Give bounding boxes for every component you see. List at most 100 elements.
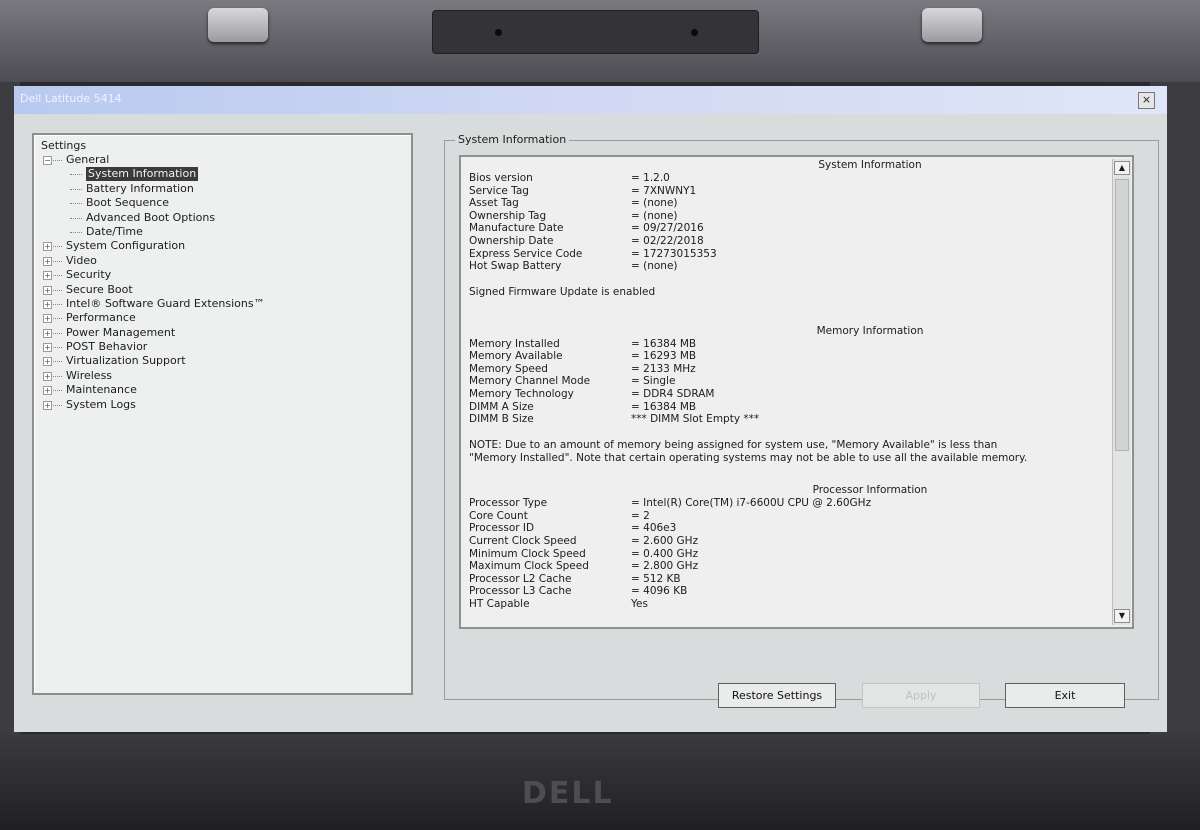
apply-button[interactable]: Apply bbox=[862, 683, 980, 708]
info-row: Minimum Clock Speed = 0.400 GHz bbox=[465, 548, 1115, 561]
tree-item[interactable]: + Intel® Software Guard Extensions™ bbox=[34, 297, 411, 311]
info-key: Memory Channel Mode bbox=[469, 375, 591, 388]
info-key: Processor Type bbox=[469, 497, 548, 510]
expand-plus-icon[interactable]: + bbox=[43, 299, 52, 309]
info-key: Core Count bbox=[469, 509, 528, 522]
tree-item-label: Battery Information bbox=[86, 181, 194, 195]
tree-item[interactable]: + Power Management bbox=[34, 326, 411, 340]
group-title: System Information bbox=[455, 133, 570, 146]
info-key: Processor L2 Cache bbox=[469, 572, 572, 585]
chevron-up-icon: ▲ bbox=[1118, 163, 1126, 172]
expand-plus-icon[interactable]: + bbox=[43, 357, 52, 367]
tree-connector bbox=[53, 332, 62, 334]
vertical-scrollbar[interactable]: ▲ ▼ bbox=[1112, 159, 1131, 625]
scroll-down-button[interactable]: ▼ bbox=[1114, 609, 1130, 623]
info-scroll-box[interactable]: System Information Bios version = 1.2.0 Ser… bbox=[459, 155, 1134, 629]
info-row: Memory Available = 16293 MB bbox=[465, 350, 1115, 363]
info-key: HT Capable bbox=[469, 598, 530, 611]
tree-root-label: Settings bbox=[41, 139, 87, 152]
info-key: Current Clock Speed bbox=[469, 535, 577, 548]
tree-item[interactable]: − General bbox=[34, 153, 411, 167]
laptop-bezel-top bbox=[0, 0, 1200, 82]
tree-item[interactable]: System Information bbox=[34, 167, 411, 182]
expand-plus-icon[interactable]: + bbox=[43, 256, 52, 266]
tree-connector bbox=[70, 174, 82, 176]
close-icon: × bbox=[1141, 93, 1152, 106]
tree-item[interactable]: Boot Sequence bbox=[34, 196, 411, 210]
tree-item-label: Wireless bbox=[66, 368, 113, 382]
expand-plus-icon[interactable]: + bbox=[43, 343, 52, 353]
expand-plus-icon[interactable]: + bbox=[43, 271, 52, 281]
tree-item-label: Secure Boot bbox=[66, 282, 133, 296]
info-value: = 406e3 bbox=[631, 522, 677, 535]
tree-item[interactable]: Advanced Boot Options bbox=[34, 211, 411, 225]
close-button[interactable]: × bbox=[1138, 92, 1155, 109]
tree-connector bbox=[53, 246, 62, 248]
info-row: Processor ID = 406e3 bbox=[465, 522, 1115, 535]
tree-connector bbox=[53, 160, 62, 161]
expand-plus-icon[interactable]: + bbox=[43, 371, 52, 381]
tree-item[interactable]: + Virtualization Support bbox=[34, 354, 411, 368]
restore-settings-button[interactable]: Restore Settings bbox=[718, 683, 836, 708]
tree-item[interactable]: + Secure Boot bbox=[34, 283, 411, 297]
collapse-minus-icon[interactable]: − bbox=[43, 156, 52, 165]
expand-plus-icon[interactable]: + bbox=[43, 386, 52, 396]
tree-connector bbox=[70, 203, 82, 205]
hinge-left bbox=[208, 8, 268, 42]
info-key: Memory Speed bbox=[469, 362, 548, 375]
tree-item[interactable]: + System Configuration bbox=[34, 239, 411, 253]
tree-item-label: POST Behavior bbox=[66, 340, 148, 354]
info-row: Ownership Date = 02/22/2018 bbox=[465, 235, 1115, 248]
scroll-up-button[interactable]: ▲ bbox=[1114, 161, 1130, 175]
tree-item[interactable]: + Wireless bbox=[34, 369, 411, 383]
info-value: = 2 bbox=[631, 509, 650, 522]
expand-plus-icon[interactable]: + bbox=[43, 285, 52, 295]
info-note: NOTE: Due to an amount of memory being a… bbox=[469, 438, 1028, 464]
info-value: = 1.2.0 bbox=[631, 172, 670, 184]
info-value: = DDR4 SDRAM bbox=[631, 387, 715, 400]
info-value: = Single bbox=[631, 375, 676, 388]
tree-connector bbox=[53, 390, 62, 392]
info-key: DIMM A Size bbox=[469, 400, 534, 413]
expand-plus-icon[interactable]: + bbox=[43, 328, 52, 338]
expand-plus-icon[interactable]: + bbox=[43, 242, 52, 252]
info-row: Core Count = 2 bbox=[465, 510, 1115, 523]
tree-item[interactable]: + Security bbox=[34, 268, 411, 282]
exit-button[interactable]: Exit bbox=[1005, 683, 1125, 708]
info-key: Processor L3 Cache bbox=[469, 585, 572, 598]
info-value: = 2.800 GHz bbox=[631, 560, 699, 573]
info-value: = 512 KB bbox=[631, 572, 681, 585]
info-row: DIMM A Size = 16384 MB bbox=[465, 401, 1115, 414]
info-value: = (none) bbox=[631, 197, 678, 210]
tree-item-label: Intel® Software Guard Extensions™ bbox=[66, 296, 265, 310]
tree-item[interactable]: Battery Information bbox=[34, 182, 411, 196]
info-row: Manufacture Date = 09/27/2016 bbox=[465, 222, 1115, 235]
tree-item[interactable]: + System Logs bbox=[34, 398, 411, 412]
info-row: Memory Installed = 16384 MB bbox=[465, 338, 1115, 351]
info-row: Current Clock Speed = 2.600 GHz bbox=[465, 535, 1115, 548]
info-key: Ownership Tag bbox=[469, 209, 547, 222]
info-key: Manufacture Date bbox=[469, 222, 564, 235]
tree-item[interactable]: + POST Behavior bbox=[34, 340, 411, 354]
expand-plus-icon[interactable]: + bbox=[43, 314, 52, 324]
info-value: = 2133 MHz bbox=[631, 362, 696, 375]
tree-item[interactable]: + Performance bbox=[34, 311, 411, 325]
info-key: Processor ID bbox=[469, 522, 535, 535]
tree-connector bbox=[70, 188, 82, 190]
expand-plus-icon[interactable]: + bbox=[43, 400, 52, 410]
info-row: Asset Tag = (none) bbox=[465, 197, 1115, 210]
scroll-thumb[interactable] bbox=[1115, 179, 1129, 451]
window-titlebar: Dell Latitude 5414 × bbox=[14, 86, 1167, 114]
info-row: Processor L3 Cache = 4096 KB bbox=[465, 585, 1115, 598]
info-row: Express Service Code = 17273015353 bbox=[465, 248, 1115, 261]
info-row: Bios version = 1.2.0 bbox=[465, 172, 1115, 185]
info-value: = Intel(R) Core(TM) i7-6600U CPU @ 2.60G… bbox=[631, 497, 872, 510]
tree-connector bbox=[53, 361, 62, 363]
camera-bar bbox=[432, 10, 759, 54]
chevron-down-icon: ▼ bbox=[1118, 611, 1126, 620]
tree-item[interactable]: Date/Time bbox=[34, 225, 411, 239]
tree-item[interactable]: + Video bbox=[34, 254, 411, 268]
info-value: = 02/22/2018 bbox=[631, 234, 704, 247]
tree-item[interactable]: + Maintenance bbox=[34, 383, 411, 397]
